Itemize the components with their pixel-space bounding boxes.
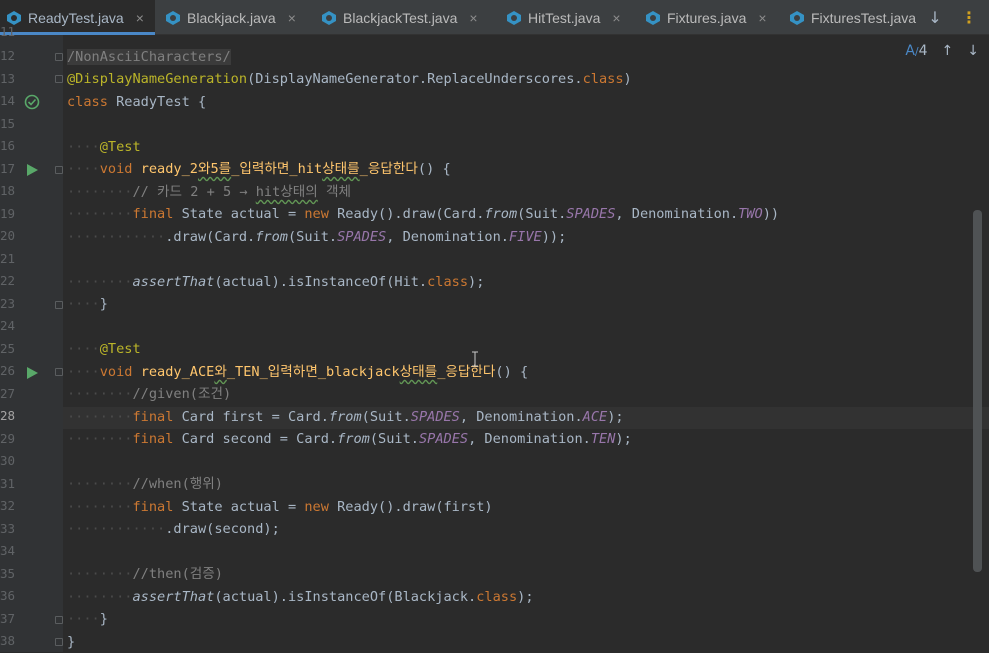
show-hidden-tabs-icon[interactable]: ↓: [924, 0, 946, 35]
line-number: 27: [0, 386, 16, 401]
line-number: 37: [0, 611, 16, 626]
code-line-12: /NonAsciiCharacters/: [67, 49, 231, 65]
line-number: 34: [0, 543, 16, 558]
tab-fixtures[interactable]: Fixtures.java ×: [645, 0, 780, 35]
line-number: 17: [0, 161, 16, 176]
line-number: 25: [0, 341, 16, 356]
inspection-count: 4: [918, 43, 928, 59]
line-number: 14: [0, 93, 16, 108]
code-line-26: ····void ready_ACE와_TEN_입력하면_blackjack상태…: [67, 364, 529, 380]
line-number: 23: [0, 296, 16, 311]
tab-menu-icon[interactable]: ⋮: [958, 0, 980, 35]
code-line-32: ········final State actual = new Ready()…: [67, 499, 493, 515]
fold-marker-icon[interactable]: [55, 638, 63, 646]
code-editor[interactable]: /NonAsciiCharacters/ @DisplayNameGenerat…: [63, 35, 989, 652]
code-line-17: ····void ready_2와5를_입력하면_hit상태를_응답한다() {: [67, 161, 451, 177]
code-line-38: }: [67, 634, 76, 650]
fold-marker-icon[interactable]: [55, 301, 63, 309]
line-number: 31: [0, 476, 16, 491]
tab-hittest[interactable]: HitTest.java ×: [506, 0, 636, 35]
vertical-scrollbar-thumb[interactable]: [973, 210, 982, 572]
line-number: 11: [0, 24, 16, 39]
tab-blackjacktest[interactable]: BlackjackTest.java ×: [321, 0, 496, 35]
mouse-ibeam-cursor-icon: [471, 351, 479, 367]
close-icon[interactable]: ×: [288, 10, 296, 26]
line-number-current: 28: [0, 408, 16, 423]
spelling-inspection-button[interactable]: A∕4: [905, 43, 927, 59]
run-test-icon[interactable]: [25, 162, 39, 181]
editor-tab-bar: ReadyTest.java × Blackjack.java × Blackj…: [0, 0, 989, 35]
fold-marker-icon[interactable]: [55, 616, 63, 624]
code-line-28: ········final Card first = Card.from(Sui…: [67, 409, 624, 425]
close-icon[interactable]: ×: [469, 10, 477, 26]
line-number: 13: [0, 71, 16, 86]
close-icon[interactable]: ×: [758, 10, 766, 26]
line-number: 26: [0, 363, 16, 378]
line-number: 30: [0, 453, 16, 468]
code-line-18: ········// 카드 2 + 5 → hit상태의 객체: [67, 184, 351, 200]
line-number: 33: [0, 521, 16, 536]
code-line-27: ········//given(조건): [67, 386, 232, 402]
code-line-33: ············.draw(second);: [67, 521, 280, 537]
code-line-25: ····@Test: [67, 341, 141, 357]
tab-label: BlackjackTest.java: [343, 9, 458, 26]
code-line-14: class ReadyTest {: [67, 94, 207, 110]
close-icon[interactable]: ×: [136, 10, 144, 26]
java-class-icon: [321, 10, 337, 26]
previous-highlighted-error-icon[interactable]: ↑: [942, 43, 954, 59]
line-number: 36: [0, 588, 16, 603]
next-highlighted-error-icon[interactable]: ↓: [967, 43, 979, 59]
code-line-16: ····@Test: [67, 139, 141, 155]
tab-label: HitTest.java: [528, 9, 601, 26]
line-number: 12: [0, 48, 16, 63]
line-number: 21: [0, 251, 16, 266]
tab-label: Blackjack.java: [187, 9, 276, 26]
java-class-icon: [789, 10, 805, 26]
fold-marker-icon[interactable]: [55, 166, 63, 174]
code-line-13: @DisplayNameGeneration(DisplayNameGenera…: [67, 71, 632, 87]
code-line-20: ············.draw(Card.from(Suit.SPADES,…: [67, 229, 567, 245]
code-line-19: ········final State actual = new Ready()…: [67, 206, 780, 222]
code-line-36: ········assertThat(actual).isInstanceOf(…: [67, 589, 534, 605]
java-class-icon: [645, 10, 661, 26]
fold-marker-icon[interactable]: [55, 53, 63, 61]
code-line-31: ········//when(행위): [67, 476, 223, 492]
line-number: 35: [0, 566, 16, 581]
line-number: 18: [0, 183, 16, 198]
line-number: 29: [0, 431, 16, 446]
inspection-widget: A∕4 ↑ ↓: [905, 43, 979, 59]
line-number: 38: [0, 633, 16, 648]
tab-fixturestest[interactable]: FixturesTest.java: [789, 0, 917, 35]
editor-gutter: 11 12 13 14 15 16 17 18 19 20 21 22 23 2…: [0, 24, 63, 652]
code-line-35: ········//then(검증): [67, 566, 223, 582]
line-number: 22: [0, 273, 16, 288]
tab-label: Fixtures.java: [667, 9, 747, 26]
line-number: 20: [0, 228, 16, 243]
line-number: 24: [0, 318, 16, 333]
line-number: 32: [0, 498, 16, 513]
line-number: 15: [0, 116, 16, 131]
close-icon[interactable]: ×: [612, 10, 620, 26]
code-line-37: ····}: [67, 611, 108, 627]
fold-marker-icon[interactable]: [55, 368, 63, 376]
test-passed-icon[interactable]: [24, 94, 40, 114]
code-line-22: ········assertThat(actual).isInstanceOf(…: [67, 274, 485, 290]
line-number: 16: [0, 138, 16, 153]
java-class-icon: [165, 10, 181, 26]
code-line-23: ····}: [67, 296, 108, 312]
fold-marker-icon[interactable]: [55, 75, 63, 83]
tab-label: FixturesTest.java: [811, 9, 917, 26]
line-number: 19: [0, 206, 16, 221]
spellcheck-icon: A: [905, 43, 915, 59]
java-class-icon: [506, 10, 522, 26]
run-test-icon[interactable]: [25, 365, 39, 384]
tab-blackjack[interactable]: Blackjack.java ×: [165, 0, 313, 35]
code-line-29: ········final Card second = Card.from(Su…: [67, 431, 632, 447]
tab-label: ReadyTest.java: [28, 9, 124, 26]
tab-readytest[interactable]: ReadyTest.java ×: [0, 0, 155, 35]
